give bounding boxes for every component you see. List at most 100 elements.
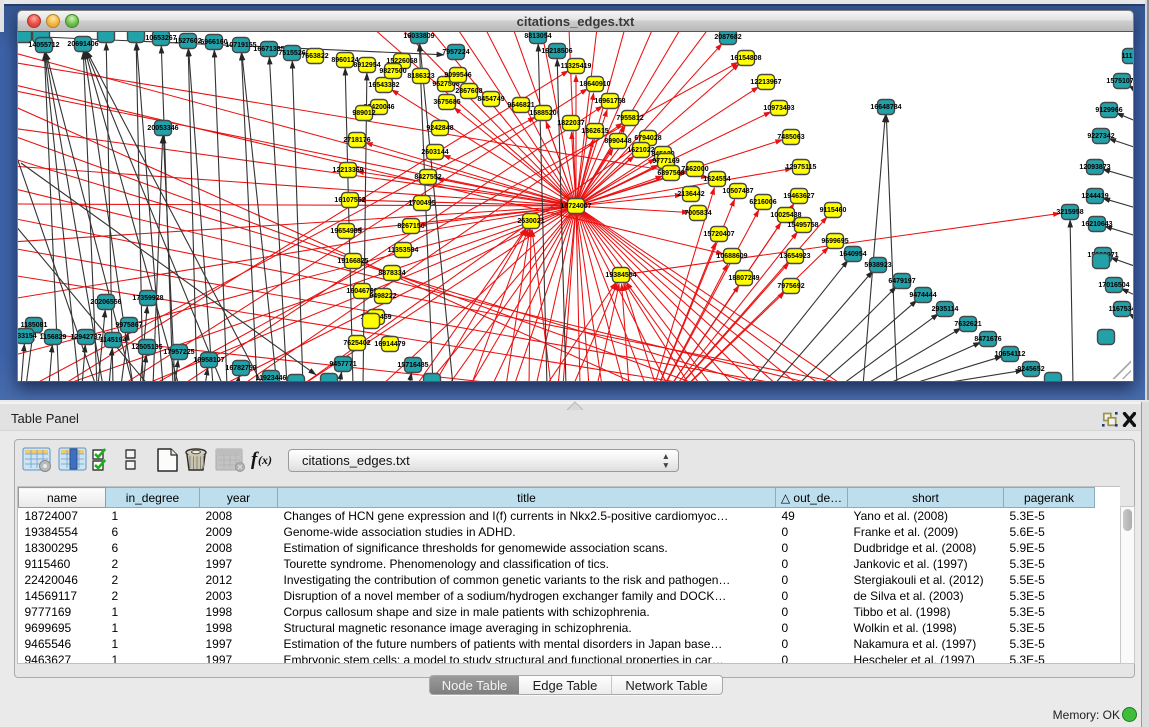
- svg-text:16961758: 16961758: [594, 98, 625, 105]
- svg-text:16782759: 16782759: [225, 365, 256, 372]
- svg-text:1362615: 1362615: [581, 128, 608, 135]
- svg-text:7975692: 7975692: [777, 283, 804, 290]
- svg-text:11353594: 11353594: [388, 247, 419, 254]
- svg-text:8471676: 8471676: [974, 336, 1001, 343]
- svg-text:17016504: 17016504: [1098, 282, 1129, 289]
- svg-text:8186323: 8186323: [407, 73, 434, 80]
- svg-text:1527602: 1527602: [174, 38, 201, 45]
- svg-text:6216006: 6216006: [749, 199, 776, 206]
- svg-text:20691406: 20691406: [67, 41, 98, 48]
- svg-text:9099546: 9099546: [444, 72, 471, 79]
- svg-text:19384554: 19384554: [605, 272, 636, 279]
- svg-text:18640910: 18640910: [579, 81, 610, 88]
- svg-text:10958107: 10958107: [193, 357, 224, 364]
- svg-text:6966160: 6966160: [200, 39, 227, 46]
- svg-text:6794028: 6794028: [634, 135, 661, 142]
- svg-text:1700495: 1700495: [408, 200, 435, 207]
- svg-text:7625402: 7625402: [343, 340, 370, 347]
- svg-text:9245652: 9245652: [1017, 366, 1044, 373]
- svg-text:11170: 11170: [1122, 53, 1134, 60]
- svg-text:989012: 989012: [352, 110, 375, 117]
- svg-text:16543382: 16543382: [368, 82, 399, 89]
- svg-text:11923446: 11923446: [256, 375, 287, 382]
- svg-text:1244419: 1244419: [1081, 193, 1108, 200]
- svg-text:12942737: 12942737: [70, 334, 101, 341]
- svg-text:1167534: 1167534: [1109, 306, 1134, 313]
- svg-text:19166825: 19166825: [337, 258, 368, 265]
- svg-text:9646821: 9646821: [507, 102, 534, 109]
- svg-text:1624554: 1624554: [703, 176, 730, 183]
- svg-text:9115460: 9115460: [820, 207, 847, 214]
- svg-text:15751074: 15751074: [1106, 78, 1134, 85]
- svg-text:7462000: 7462000: [681, 166, 708, 173]
- svg-text:13654923: 13654923: [779, 253, 810, 260]
- svg-text:2718176: 2718176: [343, 137, 370, 144]
- svg-text:20206556: 20206556: [90, 299, 121, 306]
- svg-text:1588520: 1588520: [529, 110, 556, 117]
- svg-text:2087682: 2087682: [714, 34, 741, 41]
- svg-text:10719155: 10719155: [225, 42, 256, 49]
- svg-text:10654112: 10654112: [995, 351, 1026, 358]
- svg-text:18724007: 18724007: [560, 203, 591, 210]
- svg-text:2603144: 2603144: [421, 149, 448, 156]
- svg-text:8427552: 8427552: [414, 174, 441, 181]
- svg-text:9129966: 9129966: [1095, 107, 1122, 114]
- svg-text:9498222: 9498222: [369, 293, 396, 300]
- svg-text:7632621: 7632621: [954, 321, 981, 328]
- svg-text:8912954: 8912954: [353, 62, 380, 69]
- svg-text:19463627: 19463627: [783, 193, 814, 200]
- svg-text:8878334: 8878334: [378, 270, 405, 277]
- svg-text:16914479: 16914479: [374, 341, 405, 348]
- svg-text:15495758: 15495758: [787, 222, 818, 229]
- svg-text:8267150: 8267150: [397, 223, 424, 230]
- svg-text:9827500: 9827500: [379, 68, 406, 75]
- svg-text:12213369: 12213369: [332, 167, 363, 174]
- svg-text:9975867: 9975867: [115, 322, 142, 329]
- svg-text:16648784: 16648784: [870, 104, 901, 111]
- svg-text:7663822: 7663822: [301, 53, 328, 60]
- svg-text:2136442: 2136442: [677, 191, 704, 198]
- svg-text:12213967: 12213967: [750, 79, 781, 86]
- svg-text:16154808: 16154808: [730, 55, 761, 62]
- svg-text:933154: 933154: [18, 333, 37, 340]
- svg-text:20053346: 20053346: [147, 125, 178, 132]
- svg-text:8813054: 8813054: [524, 33, 551, 40]
- svg-text:19218506: 19218506: [541, 48, 572, 55]
- svg-text:12505135: 12505135: [131, 344, 162, 351]
- svg-text:1156829: 1156829: [40, 334, 67, 341]
- svg-text:18807249: 18807249: [728, 275, 759, 282]
- svg-text:(x): (x): [258, 453, 272, 467]
- svg-text:10653267: 10653267: [145, 35, 176, 42]
- svg-text:10688609: 10688609: [716, 253, 747, 260]
- svg-text:11325419: 11325419: [561, 63, 592, 70]
- svg-text:2935114: 2935114: [932, 306, 959, 313]
- svg-text:10973493: 10973493: [763, 105, 794, 112]
- svg-text:9699695: 9699695: [821, 238, 848, 245]
- svg-text:7485063: 7485063: [777, 134, 804, 141]
- svg-text:16033809: 16033809: [403, 33, 434, 40]
- svg-text:16107552: 16107552: [334, 197, 365, 204]
- svg-text:15720407: 15720407: [703, 231, 734, 238]
- svg-text:15716485: 15716485: [397, 362, 428, 369]
- svg-text:17359928: 17359928: [132, 295, 163, 302]
- svg-text:3215958: 3215958: [1056, 209, 1083, 216]
- svg-text:9457771: 9457771: [329, 361, 356, 368]
- svg-text:1640954: 1640954: [839, 251, 866, 258]
- svg-text:14055712: 14055712: [28, 42, 59, 49]
- svg-text:7005834: 7005834: [684, 210, 711, 217]
- svg-text:7957224: 7957224: [442, 49, 469, 56]
- svg-text:12975115: 12975115: [786, 164, 817, 171]
- svg-text:9474444: 9474444: [909, 292, 936, 299]
- svg-text:6479197: 6479197: [888, 278, 915, 285]
- svg-text:2530021: 2530021: [517, 218, 544, 225]
- svg-text:9227342: 9227342: [1087, 133, 1114, 140]
- svg-text:17957225: 17957225: [163, 349, 194, 356]
- svg-text:1145194: 1145194: [100, 337, 127, 344]
- svg-text:2867608: 2867608: [455, 88, 482, 95]
- svg-text:16210643: 16210643: [1081, 221, 1112, 228]
- svg-text:9777169: 9777169: [652, 158, 679, 165]
- svg-text:10507487: 10507487: [722, 188, 753, 195]
- svg-text:3675685: 3675685: [433, 99, 460, 106]
- svg-text:7955812: 7955812: [616, 115, 643, 122]
- svg-text:19654985: 19654985: [330, 228, 361, 235]
